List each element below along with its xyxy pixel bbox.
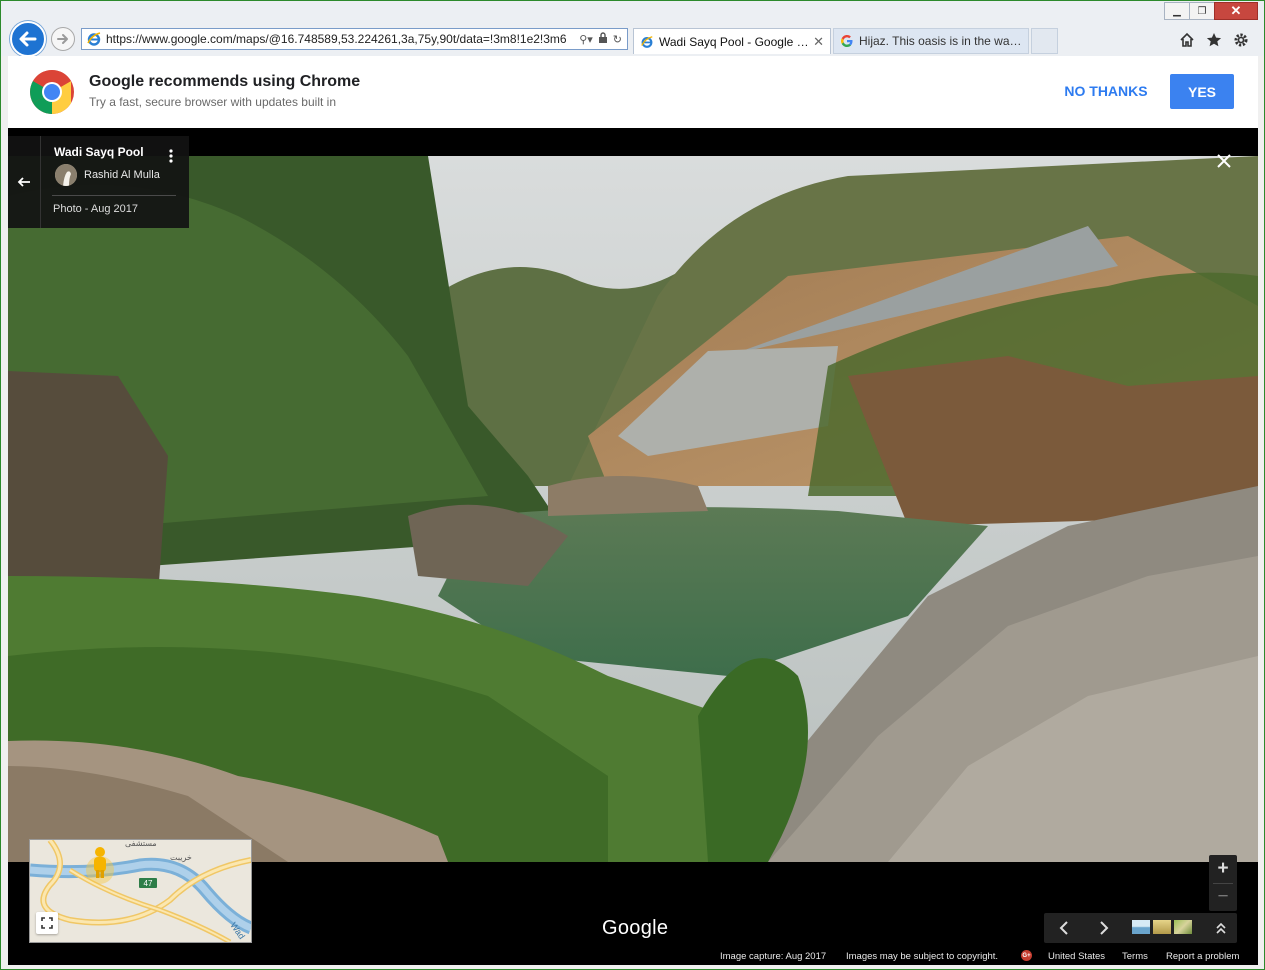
close-window-button[interactable]: ✕ <box>1214 2 1258 20</box>
zoom-in-button[interactable]: + <box>1209 855 1237 883</box>
address-bar[interactable]: https://www.google.com/maps/@16.748589,5… <box>81 28 628 50</box>
back-arrow-icon <box>17 177 30 187</box>
report-problem-link[interactable]: Report a problem <box>1166 951 1239 962</box>
map-label: مستشفى <box>125 840 157 848</box>
maximize-button[interactable]: ❐ <box>1189 2 1215 20</box>
panorama-photo[interactable] <box>8 156 1258 862</box>
expand-strip-button[interactable] <box>1209 916 1233 940</box>
chrome-logo-icon <box>30 70 74 114</box>
chevron-up-double-icon <box>1216 922 1226 934</box>
window-controls: ▁ ❐ ✕ <box>1164 2 1258 20</box>
zoom-control: + − <box>1209 855 1237 911</box>
expand-map-button[interactable] <box>36 912 58 934</box>
close-tab-icon[interactable]: ✕ <box>813 34 824 50</box>
lock-icon[interactable] <box>598 31 608 47</box>
more-options-icon[interactable] <box>168 148 174 164</box>
map-label: خريبت <box>170 853 192 862</box>
settings-gear-icon[interactable] <box>1232 31 1250 49</box>
favorites-star-icon[interactable] <box>1205 31 1223 49</box>
previous-photo-button[interactable] <box>1051 916 1077 940</box>
image-capture-text: Image capture: Aug 2017 <box>720 951 827 962</box>
forward-arrow-icon <box>57 34 68 44</box>
home-icon[interactable] <box>1178 31 1196 49</box>
photo-thumbnail[interactable] <box>1132 920 1150 934</box>
minimize-button[interactable]: ▁ <box>1164 2 1190 20</box>
google-plus-icon[interactable]: G+ <box>1021 950 1032 961</box>
yes-button[interactable]: YES <box>1170 74 1234 109</box>
country-link[interactable]: United States <box>1048 951 1105 962</box>
chevron-left-icon <box>1059 921 1068 935</box>
banner-title: Google recommends using Chrome <box>89 73 361 90</box>
tab-label: Wadi Sayq Pool - Google M... <box>659 34 810 49</box>
ie-page-icon <box>87 32 101 46</box>
close-icon[interactable] <box>1213 150 1235 172</box>
author-avatar[interactable] <box>55 164 77 186</box>
minimap[interactable]: 47 مستشفى خريبت Wad <box>29 839 252 943</box>
tab-wadi-sayq-pool[interactable]: Wadi Sayq Pool - Google M... ✕ <box>633 28 831 54</box>
next-photo-button[interactable] <box>1091 916 1117 940</box>
photo-strip-nav <box>1044 913 1237 943</box>
back-button[interactable] <box>10 21 46 57</box>
zoom-out-button[interactable]: − <box>1209 883 1237 911</box>
copyright-text: Images may be subject to copyright. <box>846 951 999 962</box>
back-arrow-icon <box>19 31 37 47</box>
info-back-button[interactable] <box>8 136 41 228</box>
google-logo: Google <box>602 917 669 939</box>
info-divider <box>52 195 176 196</box>
search-icon[interactable]: ⚲▾ <box>579 33 593 46</box>
browser-window: ▁ ❐ ✕ https://www.google.com/maps/@16.74… <box>0 0 1265 970</box>
photo-thumbnail[interactable] <box>1174 920 1192 934</box>
place-title[interactable]: Wadi Sayq Pool <box>54 145 144 159</box>
route-number: 47 <box>144 879 153 888</box>
fullscreen-icon <box>41 917 53 929</box>
tab-hijaz[interactable]: Hijaz. This oasis is in the wadi ... <box>833 28 1029 54</box>
author-name[interactable]: Rashid Al Mulla <box>84 169 160 181</box>
minimap-canvas: 47 مستشفى خريبت Wad <box>30 840 251 942</box>
forward-button[interactable] <box>51 27 75 51</box>
refresh-icon[interactable]: ↻ <box>613 33 622 46</box>
tab-label: Hijaz. This oasis is in the wadi ... <box>859 34 1022 48</box>
viewer-footer: Image capture: Aug 2017 Images may be su… <box>8 946 1258 965</box>
new-tab-button[interactable] <box>1031 28 1058 54</box>
browser-titlebar: ▁ ❐ ✕ https://www.google.com/maps/@16.74… <box>1 1 1264 57</box>
chevron-right-icon <box>1100 921 1109 935</box>
photo-viewer: Wadi Sayq Pool Rashid Al Mulla Photo - A… <box>8 128 1258 965</box>
terms-link[interactable]: Terms <box>1122 951 1148 962</box>
photo-thumbnail[interactable] <box>1153 920 1171 934</box>
photo-info-card: Wadi Sayq Pool Rashid Al Mulla Photo - A… <box>8 136 189 228</box>
banner-subtitle: Try a fast, secure browser with updates … <box>89 95 336 109</box>
chrome-promo-banner: Google recommends using Chrome Try a fas… <box>8 56 1258 129</box>
url-text: https://www.google.com/maps/@16.748589,5… <box>106 32 567 46</box>
photo-date: Photo - Aug 2017 <box>53 203 139 215</box>
google-g-icon <box>841 35 853 47</box>
ie-icon <box>641 35 653 48</box>
no-thanks-button[interactable]: NO THANKS <box>1058 74 1154 108</box>
